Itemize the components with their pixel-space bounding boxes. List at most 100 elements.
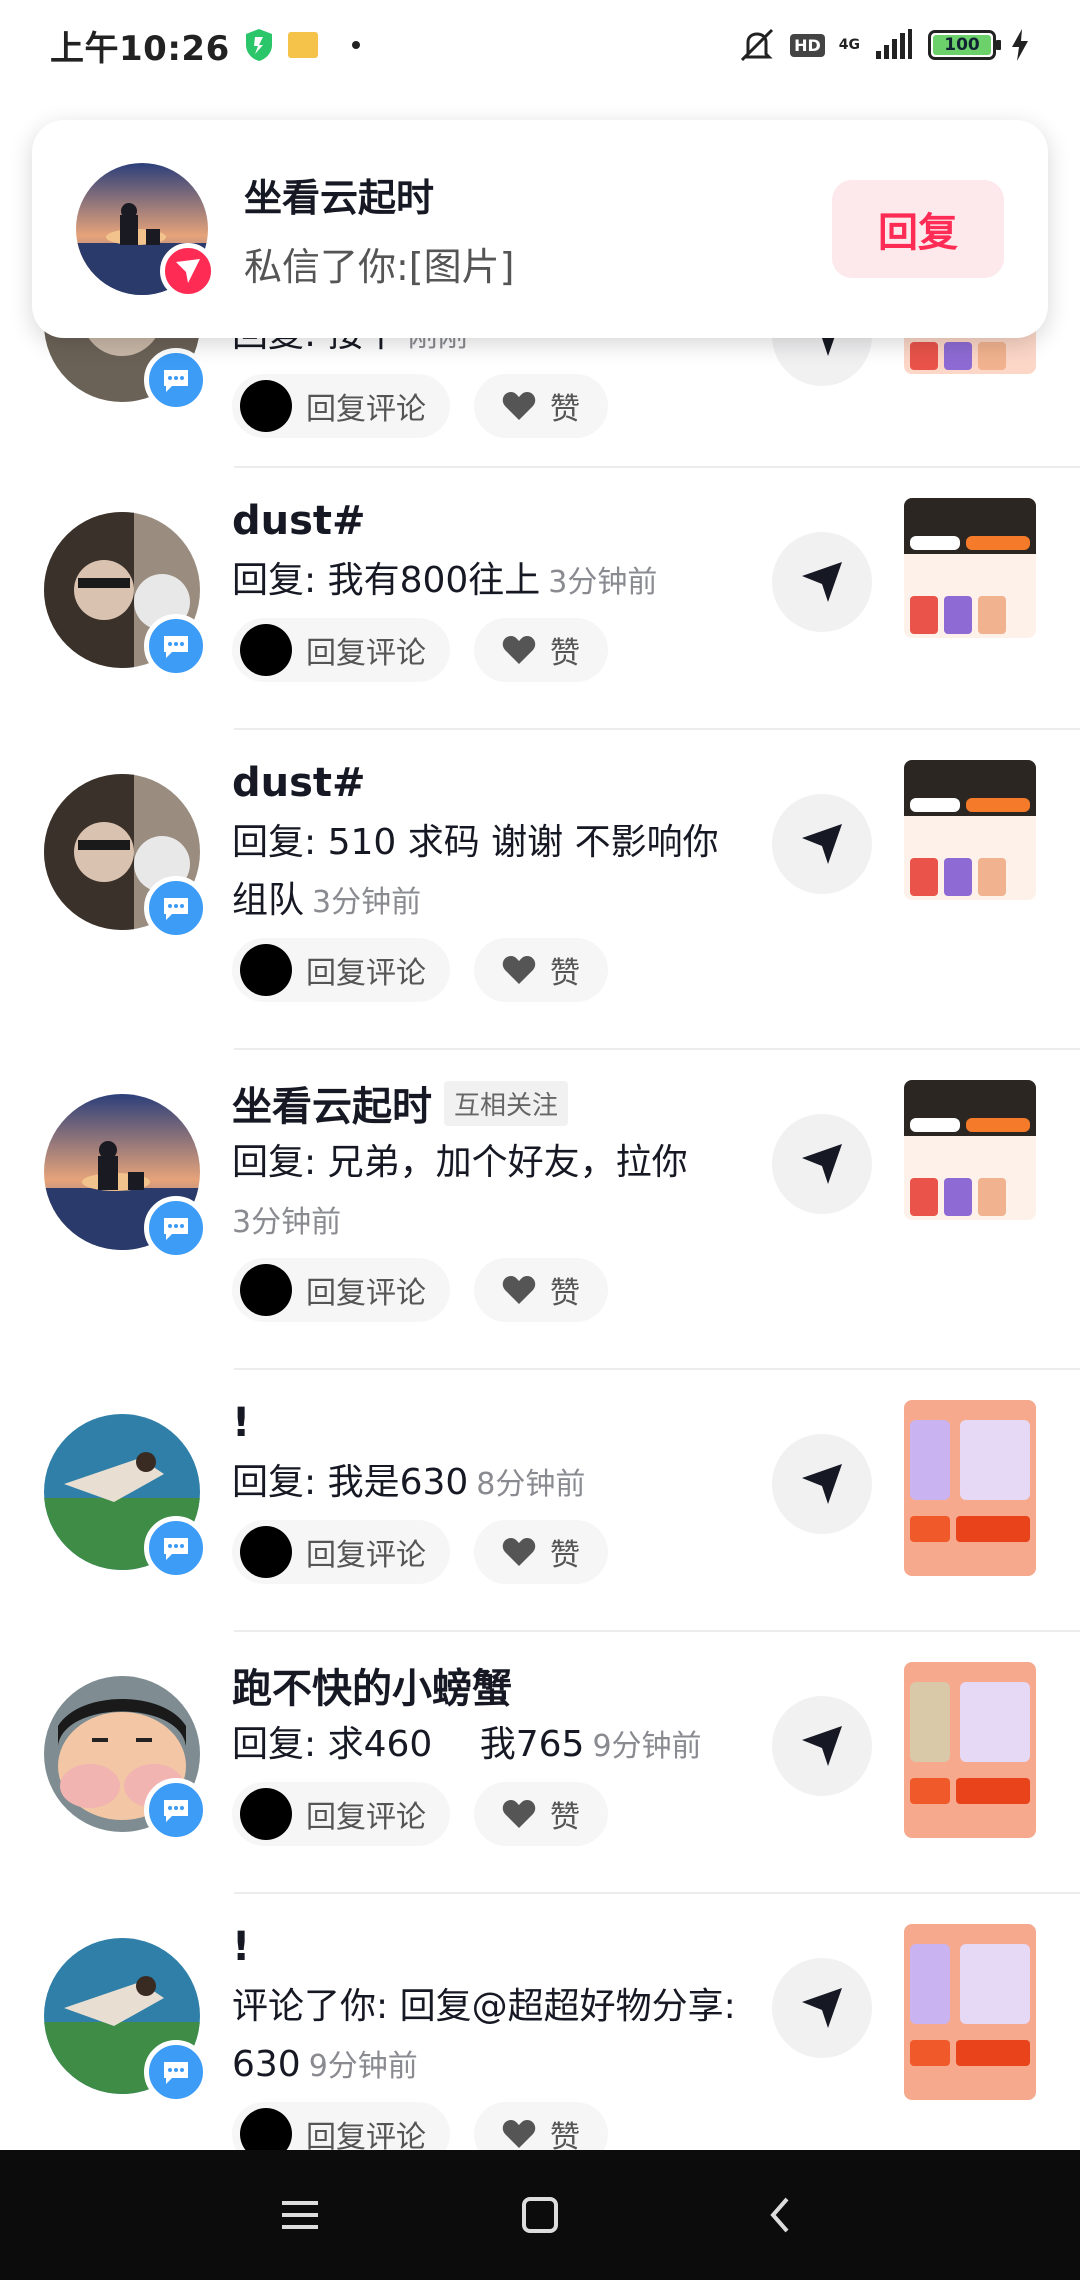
notification-banner[interactable]: 坐看云起时 私信了你:[图片] 回复 — [32, 120, 1048, 338]
post-thumbnail[interactable] — [904, 1924, 1036, 2100]
reply-text: 回复: 我是630 8分钟前 — [232, 1454, 752, 1514]
reply-content: 回复: 我是630 — [232, 1462, 469, 1503]
mutual-follow-tag: 互相关注 — [444, 1080, 569, 1126]
like-label: 赞 — [550, 636, 580, 671]
back-button[interactable] — [740, 2175, 820, 2255]
timestamp: 9分钟前 — [308, 2049, 418, 2084]
reply-text: 回复: 我有800往上 3分钟前 — [232, 552, 752, 612]
timestamp: 3分钟前 — [312, 885, 422, 920]
like-button[interactable]: 赞 — [474, 1782, 608, 1846]
reply-text: 回复: 兄弟，加个好友，拉你 3分钟前 — [232, 1134, 752, 1252]
send-button[interactable] — [772, 1696, 872, 1796]
system-navigation-bar — [0, 2150, 1080, 2280]
timestamp: 3分钟前 — [232, 1205, 342, 1240]
signal-icon — [876, 29, 912, 59]
send-icon — [802, 1726, 842, 1766]
user-name[interactable]: ! — [232, 1924, 250, 1970]
chat-bubble-icon — [144, 1778, 208, 1842]
user-name[interactable]: 坐看云起时 — [232, 1074, 432, 1132]
post-thumbnail[interactable] — [904, 1080, 1036, 1220]
divider — [234, 1368, 1080, 1370]
list-item[interactable]: dust# 回复: 510 求码 谢谢 不影响你组队 3分钟前 回复评论 赞 — [0, 728, 1080, 1048]
user-name[interactable]: dust# — [232, 760, 366, 806]
chat-bubble-icon — [144, 2040, 208, 2104]
send-button[interactable] — [772, 1434, 872, 1534]
home-button[interactable] — [500, 2175, 580, 2255]
notification-list: dust# 回复: 我有800往上 3分钟前 回复评论 赞 dust# 回复: 5… — [0, 466, 1080, 2192]
reply-text: 回复: 510 求码 谢谢 不影响你组队 3分钟前 — [232, 814, 752, 932]
reply-comment-label: 回复评论 — [306, 636, 426, 671]
chat-bubble-icon — [144, 614, 208, 678]
heart-icon — [502, 392, 536, 420]
list-item[interactable]: ! 回复: 我是630 8分钟前 回复评论 赞 — [0, 1368, 1080, 1630]
like-button[interactable]: 赞 — [474, 1258, 608, 1322]
user-name[interactable]: ! — [232, 1400, 250, 1446]
user-dot-icon — [240, 624, 292, 676]
send-icon — [802, 824, 842, 864]
reply-comment-button[interactable]: 回复评论 — [232, 374, 450, 438]
avatar-wrap — [44, 512, 208, 678]
post-thumbnail[interactable] — [904, 1400, 1036, 1576]
like-button[interactable]: 赞 — [474, 938, 608, 1002]
chat-bubble-icon — [144, 876, 208, 940]
list-item[interactable]: 跑不快的小螃蟹 回复: 求460 我765 9分钟前 回复评论 赞 — [0, 1630, 1080, 1892]
list-item[interactable]: 坐看云起时 互相关注 回复: 兄弟，加个好友，拉你 3分钟前 回复评论 赞 — [0, 1048, 1080, 1368]
like-label: 赞 — [550, 1276, 580, 1311]
heart-icon — [502, 1800, 536, 1828]
heart-icon — [502, 956, 536, 984]
user-dot-icon — [240, 1526, 292, 1578]
banner-subtitle: 私信了你:[图片] — [244, 245, 515, 289]
like-label: 赞 — [550, 956, 580, 991]
user-dot-icon — [240, 1788, 292, 1840]
heart-icon — [502, 1538, 536, 1566]
send-button[interactable] — [772, 794, 872, 894]
banner-avatar-wrap — [76, 163, 216, 299]
list-item[interactable]: dust# 回复: 我有800往上 3分钟前 回复评论 赞 — [0, 466, 1080, 728]
mute-vibrate-icon — [741, 28, 774, 62]
heart-icon — [502, 2120, 536, 2148]
list-item[interactable]: ! 评论了你: 回复@超超好物分享: 630 9分钟前 回复评论 赞 — [0, 1892, 1080, 2192]
like-label: 赞 — [550, 1538, 580, 1573]
reply-comment-button[interactable]: 回复评论 — [232, 1258, 450, 1322]
divider — [234, 1630, 1080, 1632]
like-button[interactable]: 赞 — [474, 618, 608, 682]
banner-reply-button[interactable]: 回复 — [832, 180, 1004, 278]
chat-bubble-icon — [144, 348, 208, 412]
charging-icon — [1012, 29, 1028, 61]
menu-button[interactable] — [260, 2175, 340, 2255]
reply-comment-button[interactable]: 回复评论 — [232, 938, 450, 1002]
notification-dot-icon — [351, 41, 360, 49]
like-button[interactable]: 赞 — [474, 1520, 608, 1584]
user-name[interactable]: 跑不快的小螃蟹 — [232, 1656, 512, 1714]
reply-text: 回复: 求460 我765 9分钟前 — [232, 1716, 752, 1776]
send-button[interactable] — [772, 1114, 872, 1214]
chat-bubble-icon — [144, 1196, 208, 1260]
battery-level: 100 — [933, 35, 991, 55]
send-icon — [802, 1988, 842, 2028]
status-time: 上午10:26 — [50, 28, 230, 69]
like-button[interactable]: 赞 — [474, 374, 608, 438]
reply-comment-button[interactable]: 回复评论 — [232, 1782, 450, 1846]
reply-content: 评论了你: 回复@超超好物分享: 630 — [232, 1986, 736, 2085]
send-icon — [802, 1464, 842, 1504]
shield-icon — [245, 29, 272, 61]
direct-message-badge-icon — [160, 243, 216, 299]
send-button[interactable] — [772, 1958, 872, 2058]
network-type: 4G — [838, 37, 860, 53]
user-name[interactable]: dust# — [232, 498, 366, 544]
folder-icon — [287, 32, 318, 58]
avatar-wrap — [44, 1938, 208, 2104]
post-thumbnail[interactable] — [904, 760, 1036, 900]
reply-comment-button[interactable]: 回复评论 — [232, 618, 450, 682]
timestamp: 3分钟前 — [548, 565, 658, 600]
avatar-wrap — [44, 774, 208, 940]
send-icon — [802, 1144, 842, 1184]
divider — [234, 728, 1080, 730]
post-thumbnail[interactable] — [904, 498, 1036, 638]
post-thumbnail[interactable] — [904, 1662, 1036, 1838]
send-button[interactable] — [772, 532, 872, 632]
divider — [234, 1048, 1080, 1050]
home-square-icon — [522, 2197, 558, 2233]
reply-comment-button[interactable]: 回复评论 — [232, 1520, 450, 1584]
banner-title: 坐看云起时 — [244, 176, 435, 220]
